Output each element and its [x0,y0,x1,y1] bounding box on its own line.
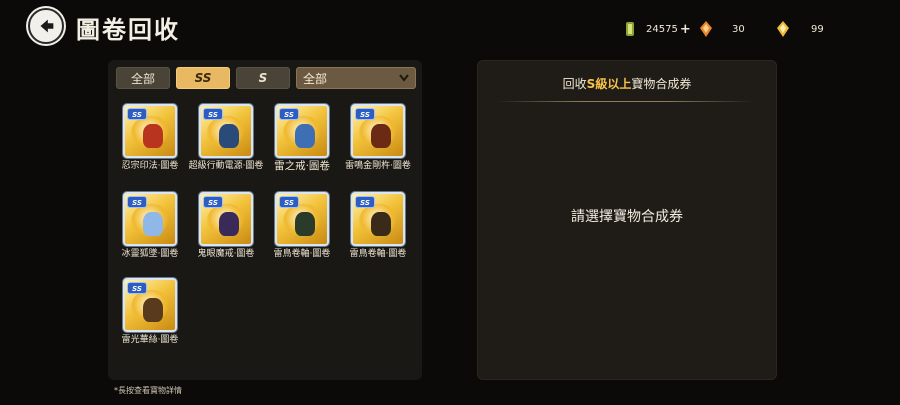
item-name: 冰靈狐墜·圖卷 [121,249,179,259]
scroll-item-icon: SS [351,104,405,158]
grade-badge: SS [279,196,299,208]
grade-badge: SS [355,196,375,208]
scroll-item-icon: SS [199,192,253,246]
gold-crystal-icon [777,21,789,37]
green-coin-icon [626,22,634,36]
gold-crystal-value: 99 [811,23,824,35]
item-name: 雷鳴金剛杵·圖卷 [345,161,411,171]
scroll-item-icon: SS [275,192,329,246]
item-card[interactable]: SS 雷之戒·圖卷 [264,104,340,172]
grade-badge: SS [127,108,147,120]
category-dropdown[interactable]: 全部 [296,67,416,89]
scroll-item-icon: SS [123,104,177,158]
currency-coin: 24575 + [622,20,691,38]
tab-s-label: S [258,71,268,85]
back-button[interactable] [28,8,64,44]
item-name: 雷之戒·圖卷 [274,160,330,172]
empty-selection-message: 請選擇寶物合成券 [571,209,683,225]
item-name: 鬼眼魔戒·圖卷 [197,249,255,259]
long-press-hint: *長按查看寶物詳情 [114,386,182,395]
tab-all-label: 全部 [130,71,155,86]
page-title: 圖卷回收 [76,15,180,44]
currency-gold-crystal: 99 [775,20,824,38]
title-suffix: 寶物合成券 [631,77,692,91]
title-highlight: S級以上 [586,77,632,91]
tab-ss-label: SS [194,71,212,85]
recycle-panel-title: 回收S級以上寶物合成券 [478,75,776,92]
item-card[interactable]: SS 忍宗印法·圖卷 [112,104,188,172]
scroll-item-icon: SS [351,192,405,246]
item-card[interactable]: SS 雷鳴金剛杵·圖卷 [340,104,416,172]
orange-crystal-icon [700,21,712,37]
grade-badge: SS [203,108,223,120]
item-name: 雷鳥卷軸·圖卷 [349,249,407,259]
item-name: 雷光華絲·圖卷 [121,335,179,345]
scroll-item-icon: SS [123,192,177,246]
item-list-panel: 全部 SS S 全部 SS 忍宗印法·圖卷 SS 超級行動電源·圖卷 SS 雷之… [108,60,422,380]
title-prefix: 回收 [562,77,587,91]
recycle-panel: 回收S級以上寶物合成券 請選擇寶物合成券 [477,60,777,380]
grade-badge: SS [203,196,223,208]
item-card[interactable]: SS 冰靈狐墜·圖卷 [112,192,188,260]
title-divider [496,101,754,102]
coin-value: 24575 [646,23,678,35]
currency-orange-crystal: 30 [698,20,745,38]
item-card[interactable]: SS 鬼眼魔戒·圖卷 [188,192,264,260]
scroll-item-icon: SS [199,104,253,158]
scroll-item-icon: SS [275,104,329,158]
top-bar: 圖卷回收 24575 + 30 99 [0,0,900,52]
dropdown-value: 全部 [303,71,328,86]
scroll-item-icon: SS [123,278,177,332]
filter-bar: 全部 SS S 全部 [116,67,416,89]
item-card[interactable]: SS 雷光華絲·圖卷 [112,278,188,346]
add-coin-button[interactable]: + [680,22,691,37]
orange-crystal-value: 30 [732,23,745,35]
tab-s[interactable]: S [236,67,290,89]
item-name: 雷鳥卷軸·圖卷 [273,249,331,259]
back-arrow-icon [40,19,54,33]
grade-badge: SS [355,108,375,120]
grade-badge: SS [279,108,299,120]
tab-all[interactable]: 全部 [116,67,170,89]
item-card[interactable]: SS 超級行動電源·圖卷 [188,104,264,172]
item-card[interactable]: SS 雷鳥卷軸·圖卷 [264,192,340,260]
tab-ss[interactable]: SS [176,67,230,89]
grade-badge: SS [127,282,147,294]
item-card[interactable]: SS 雷鳥卷軸·圖卷 [340,192,416,260]
chevron-down-icon [399,74,409,82]
item-name: 超級行動電源·圖卷 [188,161,264,171]
grade-badge: SS [127,196,147,208]
item-name: 忍宗印法·圖卷 [121,161,179,171]
